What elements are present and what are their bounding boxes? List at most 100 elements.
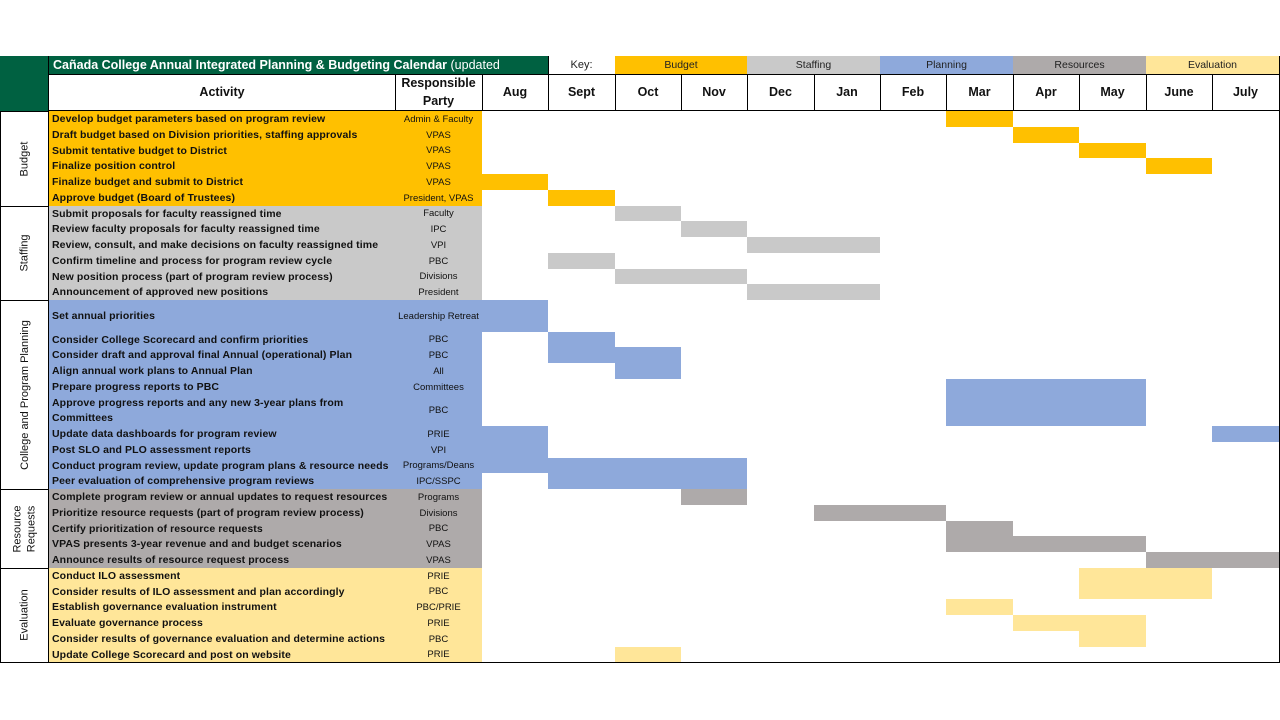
month-cell	[548, 127, 616, 144]
scheduled-month-cell	[1013, 379, 1080, 396]
month-cell	[814, 426, 881, 443]
activity-cell: Announce results of resource request pro…	[48, 552, 396, 569]
month-cell	[548, 568, 616, 585]
activity-cell: Post SLO and PLO assessment reports	[48, 442, 396, 459]
month-cell	[880, 379, 947, 396]
month-cell	[1079, 442, 1147, 459]
month-cell	[880, 190, 947, 207]
month-cell	[1212, 127, 1280, 144]
header-month-apr: Apr	[1013, 74, 1080, 111]
month-cell	[482, 143, 549, 159]
month-cell	[814, 253, 881, 270]
month-cell	[681, 521, 748, 537]
month-cell	[814, 379, 881, 396]
header-month-dec: Dec	[747, 74, 815, 111]
month-cell	[548, 521, 616, 537]
month-cell	[880, 615, 947, 632]
header-month-sept: Sept	[548, 74, 616, 111]
month-cell	[1013, 363, 1080, 380]
month-cell	[814, 536, 881, 553]
month-cell	[482, 127, 549, 144]
month-cell	[1146, 599, 1213, 616]
scheduled-month-cell	[681, 473, 748, 490]
month-cell	[814, 221, 881, 238]
month-cell	[946, 127, 1014, 144]
month-cell	[747, 174, 815, 191]
month-cell	[1079, 473, 1147, 490]
month-cell	[1079, 332, 1147, 348]
month-cell	[615, 442, 682, 459]
month-cell	[1146, 206, 1213, 222]
month-cell	[1212, 190, 1280, 207]
month-cell	[814, 458, 881, 474]
month-cell	[1013, 174, 1080, 191]
month-cell	[880, 206, 947, 222]
month-cell	[1013, 552, 1080, 569]
month-cell	[548, 363, 616, 380]
scheduled-month-cell	[482, 174, 549, 191]
month-cell	[814, 568, 881, 585]
month-cell	[1079, 347, 1147, 364]
month-cell	[814, 584, 881, 600]
responsible-party-cell: President, VPAS	[395, 190, 483, 207]
scheduled-month-cell	[946, 111, 1014, 128]
scheduled-month-cell	[548, 473, 616, 490]
month-cell	[482, 190, 549, 207]
month-cell	[1079, 111, 1147, 128]
month-cell	[482, 505, 549, 522]
month-cell	[1013, 568, 1080, 585]
scheduled-month-cell	[1079, 536, 1147, 553]
month-cell	[880, 489, 947, 506]
responsible-party-cell: Divisions	[395, 269, 483, 285]
month-cell	[1146, 615, 1213, 632]
month-cell	[747, 426, 815, 443]
month-cell	[1212, 647, 1280, 663]
header-month-aug: Aug	[482, 74, 549, 111]
month-cell	[946, 647, 1014, 663]
header-month-june: June	[1146, 74, 1213, 111]
month-cell	[1146, 631, 1213, 648]
month-cell	[482, 489, 549, 506]
month-cell	[814, 631, 881, 648]
scheduled-month-cell	[1146, 158, 1213, 175]
month-cell	[1212, 568, 1280, 585]
header-month-may: May	[1079, 74, 1147, 111]
month-cell	[548, 284, 616, 301]
category-label-evaluation: Evaluation	[0, 568, 49, 663]
month-cell	[1079, 489, 1147, 506]
responsible-party-cell: VPI	[395, 442, 483, 459]
month-cell	[615, 426, 682, 443]
activity-cell: Prioritize resource requests (part of pr…	[48, 505, 396, 522]
month-cell	[1146, 253, 1213, 270]
month-cell	[1013, 143, 1080, 159]
month-cell	[482, 552, 549, 569]
month-cell	[880, 473, 947, 490]
month-cell	[747, 111, 815, 128]
activity-cell: Align annual work plans to Annual Plan	[48, 363, 396, 380]
scheduled-month-cell	[1212, 552, 1280, 569]
month-cell	[880, 426, 947, 443]
activity-cell: Approve progress reports and any new 3-y…	[48, 395, 396, 427]
month-cell	[814, 615, 881, 632]
scheduled-month-cell	[548, 458, 616, 474]
activity-cell: Update College Scorecard and post on web…	[48, 647, 396, 663]
month-cell	[681, 379, 748, 396]
month-cell	[880, 332, 947, 348]
month-cell	[946, 300, 1014, 333]
activity-cell: Finalize budget and submit to District	[48, 174, 396, 191]
activity-cell: VPAS presents 3-year revenue and and bud…	[48, 536, 396, 553]
responsible-party-cell: PBC	[395, 584, 483, 600]
month-cell	[747, 190, 815, 207]
month-cell	[1212, 536, 1280, 553]
scheduled-month-cell	[482, 426, 549, 443]
responsible-party-cell: PRIE	[395, 426, 483, 443]
month-cell	[681, 111, 748, 128]
month-cell	[615, 253, 682, 270]
responsible-party-cell: PRIE	[395, 647, 483, 663]
scheduled-month-cell	[1013, 615, 1080, 632]
month-cell	[747, 300, 815, 333]
month-cell	[880, 253, 947, 270]
month-cell	[548, 647, 616, 663]
month-cell	[615, 111, 682, 128]
responsible-party-cell: President	[395, 284, 483, 301]
